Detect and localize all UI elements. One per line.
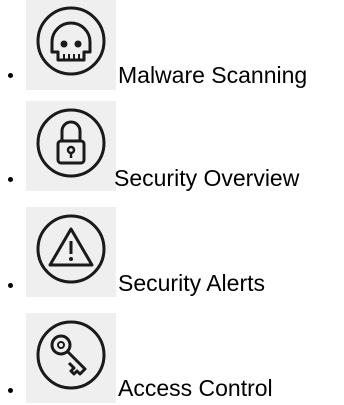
list-bullet	[8, 283, 13, 288]
menu-item-label[interactable]: Malware Scanning	[118, 62, 307, 88]
skull-icon[interactable]	[26, 0, 116, 90]
padlock-icon[interactable]	[26, 101, 116, 191]
menu-item-label[interactable]: Security Overview	[114, 165, 299, 191]
menu-item-security-overview[interactable]: Security Overview	[0, 101, 344, 193]
menu-item-label[interactable]: Security Alerts	[118, 270, 265, 296]
menu-item-malware-scanning[interactable]: Malware Scanning	[0, 0, 344, 92]
security-menu-list: Malware Scanning Security Overview Secur…	[0, 0, 344, 405]
key-icon[interactable]	[26, 313, 116, 403]
menu-item-security-alerts[interactable]: Security Alerts	[0, 207, 344, 299]
list-bullet	[8, 177, 13, 182]
list-bullet	[8, 388, 13, 393]
menu-item-access-control[interactable]: Access Control	[0, 313, 344, 405]
list-bullet	[8, 73, 13, 78]
warning-triangle-icon[interactable]	[26, 207, 116, 297]
menu-item-label[interactable]: Access Control	[118, 375, 273, 401]
